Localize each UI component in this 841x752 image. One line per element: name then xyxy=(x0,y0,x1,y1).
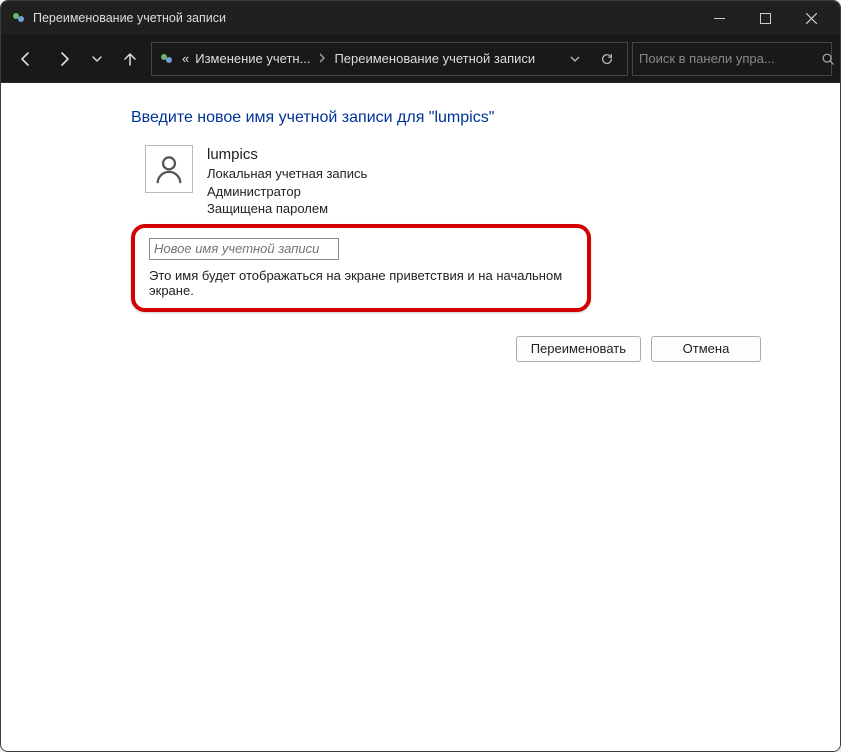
window-frame: Переименование учетной записи xyxy=(0,0,841,752)
minimize-button[interactable] xyxy=(696,1,742,35)
forward-button[interactable] xyxy=(47,42,81,76)
maximize-button[interactable] xyxy=(742,1,788,35)
account-summary: lumpics Локальная учетная запись Админис… xyxy=(145,145,804,218)
search-icon[interactable] xyxy=(821,52,835,66)
user-accounts-icon xyxy=(158,51,176,67)
breadcrumb-seg2[interactable]: Переименование учетной записи xyxy=(334,51,535,66)
breadcrumb-dropdown[interactable] xyxy=(561,45,589,73)
back-button[interactable] xyxy=(9,42,43,76)
recent-dropdown[interactable] xyxy=(85,42,109,76)
address-bar[interactable]: « Изменение учетн... Переименование учет… xyxy=(151,42,628,76)
navbar: « Изменение учетн... Переименование учет… xyxy=(1,35,840,83)
refresh-button[interactable] xyxy=(593,45,621,73)
hint-text: Это имя будет отображаться на экране при… xyxy=(149,268,573,298)
highlight-box: Это имя будет отображаться на экране при… xyxy=(131,224,591,312)
content-area: Введите новое имя учетной записи для "lu… xyxy=(1,83,840,751)
rename-button[interactable]: Переименовать xyxy=(516,336,641,362)
titlebar: Переименование учетной записи xyxy=(1,1,840,35)
chevron-right-icon xyxy=(316,52,328,66)
breadcrumb-seg1[interactable]: Изменение учетн... xyxy=(195,51,310,66)
close-button[interactable] xyxy=(788,1,834,35)
account-protected: Защищена паролем xyxy=(207,200,367,218)
account-type: Локальная учетная запись xyxy=(207,165,367,183)
account-lines: lumpics Локальная учетная запись Админис… xyxy=(207,145,367,218)
account-role: Администратор xyxy=(207,183,367,201)
up-button[interactable] xyxy=(113,42,147,76)
search-box[interactable] xyxy=(632,42,832,76)
cancel-button[interactable]: Отмена xyxy=(651,336,761,362)
new-account-name-input[interactable] xyxy=(149,238,339,260)
window-title: Переименование учетной записи xyxy=(33,11,226,25)
breadcrumb-prefix: « xyxy=(182,51,189,66)
avatar xyxy=(145,145,193,193)
button-row: Переименовать Отмена xyxy=(131,336,761,362)
account-name: lumpics xyxy=(207,145,367,165)
page-heading: Введите новое имя учетной записи для "lu… xyxy=(131,109,804,127)
user-accounts-icon xyxy=(11,10,27,26)
search-input[interactable] xyxy=(639,51,815,66)
